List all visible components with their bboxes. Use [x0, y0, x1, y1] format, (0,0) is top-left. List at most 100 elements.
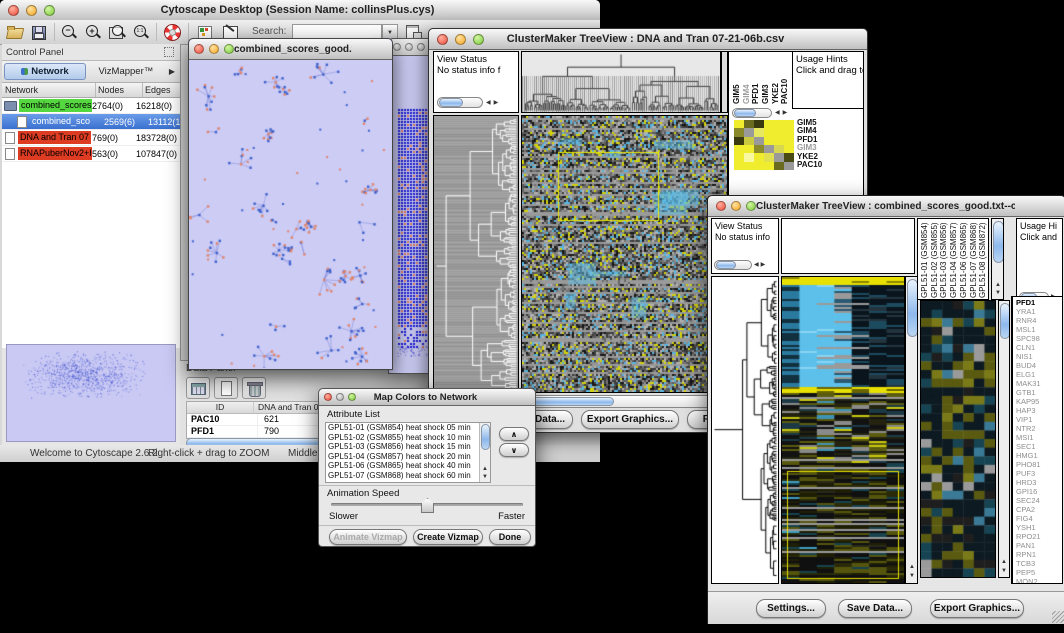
submatrix-cell[interactable] — [784, 145, 794, 153]
attribute-item[interactable]: GPL51-02 (GSM855) heat shock 10 min — [326, 433, 490, 443]
submatrix-cell[interactable] — [744, 120, 754, 128]
submatrix-cell[interactable] — [744, 162, 754, 170]
submatrix-cell[interactable] — [784, 162, 794, 170]
tv2-export-graphics-button[interactable]: Export Graphics... — [930, 599, 1024, 618]
tv2-gene-label[interactable]: KAP95 — [1016, 397, 1062, 406]
zoom-button[interactable] — [746, 201, 756, 211]
submatrix-cell[interactable] — [764, 162, 774, 170]
network-graph-canvas[interactable] — [189, 60, 390, 368]
tv2-row-dendrogram[interactable] — [711, 276, 779, 584]
attribute-listbox[interactable]: GPL51-01 (GSM854) heat shock 05 minGPL51… — [325, 422, 491, 483]
tv2-gene-label[interactable]: YRA1 — [1016, 307, 1062, 316]
submatrix-cell[interactable] — [734, 137, 744, 145]
tv2-save-data-button[interactable]: Save Data... — [838, 599, 912, 618]
close-button[interactable] — [8, 5, 19, 16]
close-button[interactable] — [194, 44, 204, 54]
save-session-icon[interactable] — [30, 23, 48, 41]
submatrix-cell[interactable] — [734, 120, 744, 128]
minimize-button[interactable] — [731, 201, 741, 211]
tv1-status-scrollbar[interactable] — [437, 97, 483, 108]
slider-thumb[interactable] — [421, 498, 434, 513]
scroll-left-icon[interactable]: ◀ — [486, 99, 491, 107]
tv2-gene-label[interactable]: GPI16 — [1016, 487, 1062, 496]
delete-attribute-icon[interactable] — [242, 377, 266, 399]
tv2-gene-label[interactable]: RPO21 — [1016, 532, 1062, 541]
submatrix-cell[interactable] — [784, 120, 794, 128]
submatrix-cell[interactable] — [784, 128, 794, 136]
minimize-button[interactable] — [405, 43, 413, 51]
window-controls[interactable] — [8, 5, 55, 16]
submatrix-cell[interactable] — [754, 137, 764, 145]
submatrix-cell[interactable] — [764, 145, 774, 153]
submatrix-cell[interactable] — [784, 137, 794, 145]
tv2-gene-label[interactable]: MSL1 — [1016, 325, 1062, 334]
scroll-up-icon[interactable]: ▲ — [482, 465, 488, 473]
network-row[interactable]: DNA and Tran 07769(0)183728(0) — [2, 130, 180, 146]
create-vizmap-button[interactable]: Create Vizmap — [413, 529, 483, 545]
tv2-gene-label[interactable]: MSI1 — [1016, 433, 1062, 442]
submatrix-cell[interactable] — [764, 128, 774, 136]
tv2-gene-label[interactable]: FIG4 — [1016, 514, 1062, 523]
tv2-gene-label[interactable]: GTB1 — [1016, 388, 1062, 397]
float-panel-icon[interactable] — [164, 47, 174, 57]
tv1-zoom-scrollbar[interactable] — [732, 108, 772, 118]
resize-grip[interactable] — [1052, 611, 1064, 623]
tv2-gene-label[interactable]: RNR4 — [1016, 316, 1062, 325]
network-row[interactable]: combined_sco2569(6)13112(15) — [2, 114, 180, 130]
tv2-gene-label[interactable]: NIS1 — [1016, 352, 1062, 361]
tv2-gene-label[interactable]: PAN1 — [1016, 541, 1062, 550]
tv2-heatmap-vscrollbar[interactable]: ▲ ▼ — [905, 276, 918, 584]
scroll-down-icon[interactable]: ▼ — [1001, 567, 1007, 575]
close-button[interactable] — [324, 393, 332, 401]
scroll-right-icon[interactable]: ▶ — [783, 109, 788, 117]
tv2-gene-label[interactable]: VIP1 — [1016, 415, 1062, 424]
move-up-button[interactable]: ∧ — [499, 427, 529, 441]
attribute-item[interactable]: GPL51-01 (GSM854) heat shock 05 min — [326, 423, 490, 433]
tv1-row-dendrogram[interactable] — [433, 115, 519, 393]
submatrix-cell[interactable] — [754, 128, 764, 136]
tv2-gene-label[interactable]: CPA2 — [1016, 505, 1062, 514]
submatrix-cell[interactable] — [774, 162, 784, 170]
submatrix-cell[interactable] — [784, 153, 794, 161]
tv2-zoom-heatmap[interactable] — [920, 300, 996, 578]
submatrix-cell[interactable] — [764, 120, 774, 128]
tv2-gene-label[interactable]: MON2 — [1016, 577, 1062, 584]
create-attribute-icon[interactable] — [214, 377, 238, 399]
close-button[interactable] — [393, 43, 401, 51]
submatrix-cell[interactable] — [734, 145, 744, 153]
submatrix-cell[interactable] — [774, 128, 784, 136]
tv1-export-graphics-button[interactable]: Export Graphics... — [581, 410, 679, 429]
submatrix-cell[interactable] — [774, 137, 784, 145]
attribute-item[interactable]: GPL51-06 (GSM865) heat shock 40 min — [326, 461, 490, 471]
tv2-column-dendrogram[interactable] — [781, 218, 915, 274]
dp-col-id[interactable]: ID — [187, 402, 254, 413]
tv2-gene-label[interactable]: HMG1 — [1016, 451, 1062, 460]
submatrix-cell[interactable] — [744, 145, 754, 153]
zoom-button[interactable] — [44, 5, 55, 16]
zoom-button[interactable] — [224, 44, 234, 54]
submatrix-cell[interactable] — [734, 128, 744, 136]
attribute-item[interactable]: GPL51-04 (GSM857) heat shock 20 min — [326, 452, 490, 462]
tv2-gene-label[interactable]: HRD3 — [1016, 478, 1062, 487]
submatrix-cell[interactable] — [774, 145, 784, 153]
zoom-out-icon[interactable]: − — [60, 23, 78, 41]
tab-network[interactable]: Network — [4, 63, 86, 80]
zoom-button[interactable] — [348, 393, 356, 401]
minimize-button[interactable] — [26, 5, 37, 16]
scroll-down-icon[interactable]: ▼ — [909, 572, 915, 580]
minimize-button[interactable] — [455, 34, 466, 45]
tv2-gene-label[interactable]: CLN1 — [1016, 343, 1062, 352]
tv2-zoom-vscrollbar[interactable]: ▲ ▼ — [998, 300, 1010, 578]
tv2-gene-label[interactable]: PFD1 — [1016, 298, 1062, 307]
main-titlebar[interactable]: Cytoscape Desktop (Session Name: collins… — [0, 0, 600, 21]
zoom-selected-icon[interactable]: 1:1 — [132, 23, 150, 41]
zoom-button[interactable] — [473, 34, 484, 45]
tv2-gene-label[interactable]: PUF3 — [1016, 469, 1062, 478]
tv2-gene-label[interactable]: PEP5 — [1016, 568, 1062, 577]
zoom-in-icon[interactable]: + — [84, 23, 102, 41]
done-button[interactable]: Done — [489, 529, 531, 545]
submatrix-cell[interactable] — [754, 153, 764, 161]
network-row[interactable]: combined_scores2764(0)16218(0) — [2, 98, 180, 114]
tv1-submatrix[interactable] — [734, 120, 794, 170]
minimize-button[interactable] — [209, 44, 219, 54]
